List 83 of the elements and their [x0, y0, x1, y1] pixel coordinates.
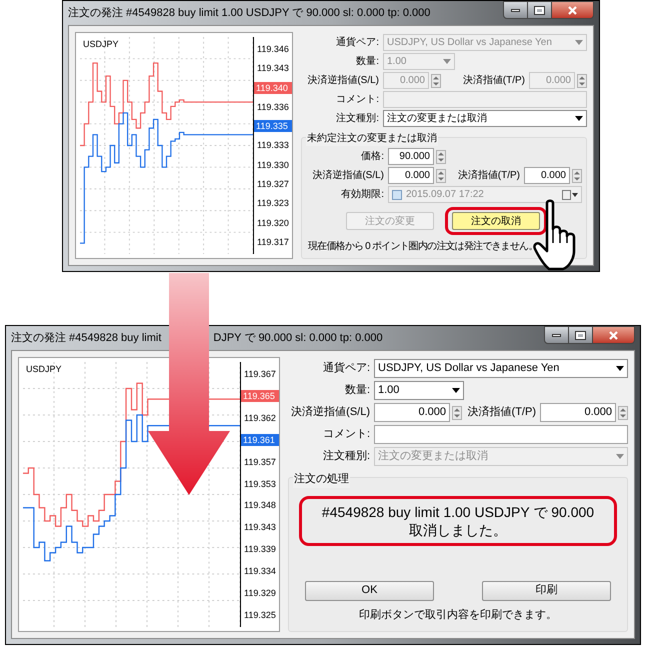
- axis-label: 119.320: [256, 216, 290, 229]
- spin-arrows-icon: [436, 168, 446, 182]
- spin-arrows-icon: [452, 406, 462, 420]
- axis-label: 119.336: [256, 100, 290, 113]
- hint-text: 現在価格から 0 ポイント圏内の注文は発注できません。: [308, 240, 538, 254]
- caret-icon: [575, 40, 583, 45]
- axis-label: 119.333: [256, 139, 290, 152]
- axis-label: 119.343: [243, 521, 277, 534]
- price-tag: 119.340: [254, 82, 292, 94]
- number-field[interactable]: 0.000: [524, 167, 570, 184]
- number-field[interactable]: 90.000: [388, 148, 434, 165]
- field-label: 価格:: [360, 150, 385, 164]
- axis-label: 119.367: [243, 368, 277, 380]
- spin-arrows-icon: [618, 406, 628, 420]
- field-label: 決済逆指値(S/L): [311, 168, 385, 183]
- close-icon: [609, 330, 618, 340]
- field-label: 数量:: [344, 383, 371, 398]
- field-label: コメント:: [322, 427, 371, 442]
- caret-icon: [452, 388, 460, 393]
- spin-arrows-icon: [577, 74, 587, 88]
- axis-label: 119.334: [243, 565, 277, 578]
- axis-label: 119.357: [243, 456, 277, 468]
- field-label: 有効期限:: [340, 188, 385, 202]
- spin-arrows-icon: [436, 150, 446, 164]
- axis-label: 119.339: [243, 543, 277, 556]
- axis-label: 119.323: [256, 197, 290, 210]
- dialog-button[interactable]: OK: [305, 580, 434, 600]
- price-tag: 119.361: [241, 434, 279, 446]
- field-label: 数量:: [355, 55, 380, 69]
- maximize-button[interactable]: [569, 326, 593, 344]
- field-label: 通貨ペア:: [335, 36, 380, 50]
- close-icon: [568, 6, 577, 14]
- minimize-button[interactable]: [503, 1, 528, 19]
- dropdown[interactable]: 1.00: [374, 381, 464, 400]
- caret-icon: [616, 366, 624, 371]
- comment-field[interactable]: [374, 425, 628, 444]
- dropdown[interactable]: USDJPY, US Dollar vs Japanese Yen: [374, 359, 628, 378]
- dialog-button[interactable]: 注文の取消: [452, 212, 540, 230]
- field-label: 通貨ペア:: [322, 360, 371, 376]
- axis-label: 119.353: [243, 478, 277, 490]
- caret-icon: [443, 59, 451, 64]
- axis-label: 119.343: [256, 62, 290, 74]
- field-label: 決済逆指値(S/L): [306, 74, 380, 88]
- group-title: 注文の処理: [293, 471, 350, 488]
- field-label: 決済指値(T/P): [466, 404, 537, 420]
- field-label: 決済指値(T/P): [456, 168, 521, 183]
- number-field[interactable]: 0.000: [374, 403, 450, 422]
- caret-icon: [616, 454, 624, 459]
- symbol-label: USDJPY: [83, 38, 119, 51]
- caret-icon: [575, 116, 583, 121]
- field-label: 決済逆指値(S/L): [290, 404, 371, 420]
- field-label: 注文種別:: [322, 448, 371, 464]
- axis-label: 119.325: [243, 608, 277, 621]
- maximize-button[interactable]: [528, 1, 552, 19]
- hint-text: 印刷ボタンで取引内容を印刷できます。: [359, 608, 557, 622]
- field-label: 決済指値(T/P): [462, 74, 526, 88]
- spin-arrows-icon: [572, 168, 582, 182]
- group-title: 未約定注文の変更または取消: [306, 131, 438, 146]
- price-tag: 119.365: [241, 390, 279, 402]
- spin-arrows-icon: [431, 74, 441, 88]
- window-title: 注文の発注 #4549828 buy limit: [11, 330, 162, 346]
- result-message: #4549828 buy limit 1.00 USDJPY で 90.000: [322, 502, 594, 520]
- axis-label: 119.329: [243, 587, 277, 600]
- close-button[interactable]: [593, 326, 635, 344]
- axis-label: 119.330: [256, 158, 290, 171]
- dropdown[interactable]: 注文の変更または取消: [383, 110, 587, 127]
- close-button[interactable]: [552, 1, 594, 19]
- number-field[interactable]: 0.000: [388, 167, 434, 184]
- result-message: 取消しました。: [408, 520, 507, 538]
- dialog-button[interactable]: 印刷: [482, 580, 611, 600]
- field-label: 注文種別:: [335, 112, 380, 126]
- minimize-button[interactable]: [544, 326, 569, 344]
- field-label: コメント:: [335, 93, 380, 107]
- axis-label: 119.348: [243, 499, 277, 512]
- axis-label: 119.346: [256, 43, 290, 55]
- price-tag: 119.335: [254, 120, 292, 132]
- axis-label: 119.317: [256, 236, 290, 248]
- axis-label: 119.327: [256, 178, 290, 190]
- symbol-label: USDJPY: [26, 363, 62, 376]
- axis-label: 119.362: [243, 412, 277, 424]
- window-title: 注文の発注 #4549828 buy limit 1.00 USDJPY で 90.000 sl: 0.000 tp: 0.000: [68, 6, 430, 21]
- number-field[interactable]: 0.000: [540, 403, 616, 422]
- window-title: DJPY で 90.000 sl: 0.000 tp: 0.000: [213, 330, 383, 346]
